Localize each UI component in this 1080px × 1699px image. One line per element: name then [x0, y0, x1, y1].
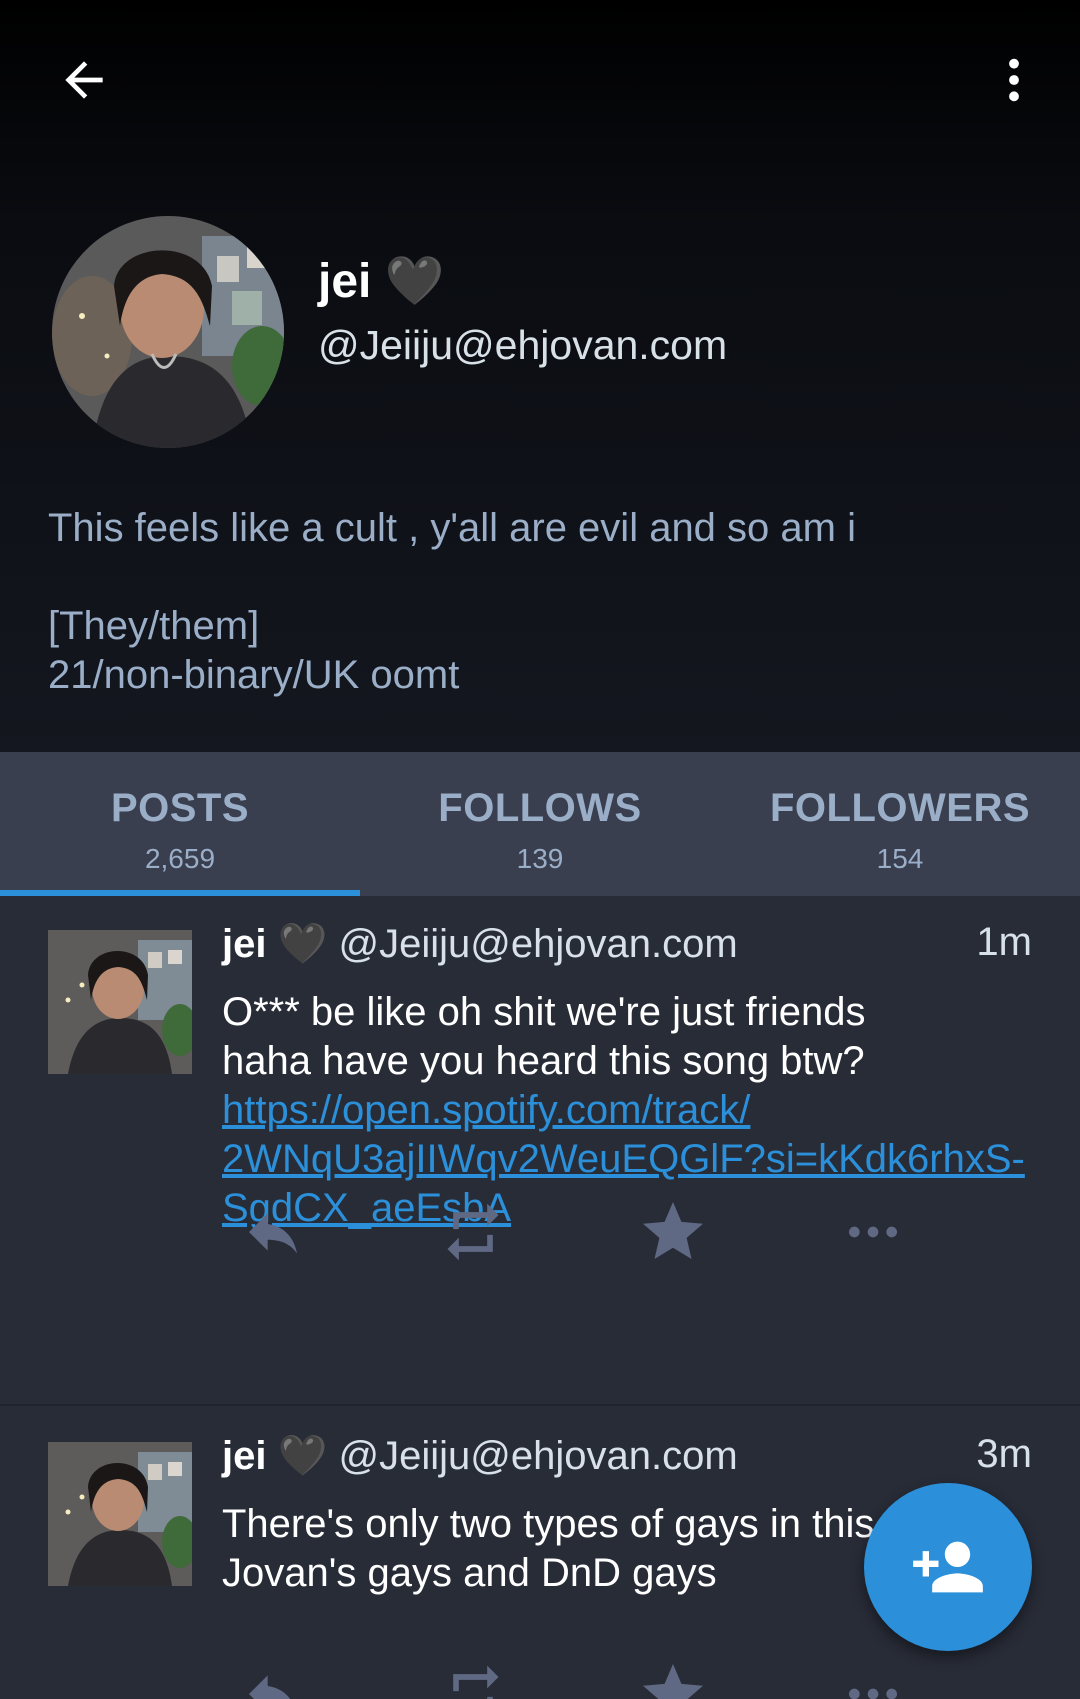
post-link[interactable]: 2WNqU3ajIIWqv2WeuEQGlF?si=kKdk6rhxS- [222, 1135, 1042, 1184]
status-post[interactable]: jei 🖤 @Jeiiju@ehjovan.com 1m O*** be lik… [0, 896, 1080, 1406]
person-add-icon [913, 1541, 983, 1593]
reply-button[interactable] [228, 1192, 318, 1272]
post-header: jei 🖤 @Jeiiju@ehjovan.com [222, 920, 1032, 976]
bio-line: This feels like a cult , y'all are evil … [48, 506, 856, 550]
star-icon [643, 1202, 703, 1259]
reply-button[interactable] [228, 1654, 318, 1699]
tab-posts[interactable]: POSTS 2,659 [0, 752, 360, 896]
favourite-button[interactable] [628, 1654, 718, 1699]
profile-tabs: POSTS 2,659 FOLLOWS 139 FOLLOWERS 154 [0, 752, 1080, 896]
post-text-line: haha have you heard this song btw? [222, 1039, 865, 1083]
post-text-line: O*** be like oh shit we're just friends [222, 990, 866, 1034]
profile-handle: @Jeiiju@ehjovan.com [318, 322, 728, 368]
post-timestamp: 1m [976, 920, 1032, 964]
tab-count: 154 [876, 843, 924, 874]
tab-label: FOLLOWERS [769, 786, 1031, 830]
tab-follows[interactable]: FOLLOWS 139 [360, 752, 720, 896]
more-actions-button[interactable] [828, 1654, 918, 1699]
reply-icon [249, 1675, 291, 1699]
more-actions-button[interactable] [828, 1192, 918, 1272]
profile-screen: jei 🖤 @Jeiiju@ehjovan.com This feels lik… [0, 0, 1080, 1699]
post-handle[interactable]: @Jeiiju@ehjovan.com [339, 1434, 738, 1478]
bio-line: [They/them] [48, 604, 260, 648]
post-avatar[interactable] [48, 1442, 192, 1586]
more-horizontal-icon [849, 1688, 897, 1699]
boost-icon [447, 1203, 499, 1261]
top-app-bar [0, 0, 1080, 160]
post-link[interactable]: https://open.spotify.com/track/ [222, 1086, 1042, 1135]
post-author[interactable]: jei 🖤 [222, 922, 327, 966]
tab-count: 2,659 [144, 843, 216, 874]
more-horizontal-icon [849, 1226, 897, 1238]
profile-avatar[interactable] [52, 216, 284, 448]
star-icon [643, 1664, 703, 1699]
boost-button[interactable] [428, 1192, 518, 1272]
reply-icon [249, 1213, 297, 1254]
tab-label: FOLLOWS [438, 786, 642, 830]
post-actions [222, 1192, 982, 1272]
post-header: jei 🖤 @Jeiiju@ehjovan.com [222, 1432, 1032, 1488]
follow-fab-button[interactable] [864, 1483, 1032, 1651]
bio-line: 21/non-binary/UK oomt [48, 653, 460, 697]
tab-label: POSTS [110, 786, 250, 830]
profile-display-name: jei 🖤 [318, 255, 445, 308]
back-button[interactable] [48, 44, 120, 116]
post-actions [222, 1654, 982, 1699]
arrow-left-icon [65, 61, 103, 99]
tab-count: 139 [516, 843, 564, 874]
profile-header: jei 🖤 @Jeiiju@ehjovan.com This feels lik… [0, 0, 1080, 752]
boost-button[interactable] [428, 1654, 518, 1699]
overflow-menu-button[interactable] [978, 44, 1050, 116]
post-avatar[interactable] [48, 930, 192, 1074]
post-timestamp: 3m [976, 1432, 1032, 1476]
post-author[interactable]: jei 🖤 [222, 1434, 327, 1478]
profile-bio: This feels like a cult , y'all are evil … [48, 504, 1028, 700]
favourite-button[interactable] [628, 1192, 718, 1272]
boost-icon [453, 1665, 499, 1699]
more-vertical-icon [1009, 58, 1019, 102]
post-handle[interactable]: @Jeiiju@ehjovan.com [339, 922, 738, 966]
tab-followers[interactable]: FOLLOWERS 154 [720, 752, 1080, 896]
